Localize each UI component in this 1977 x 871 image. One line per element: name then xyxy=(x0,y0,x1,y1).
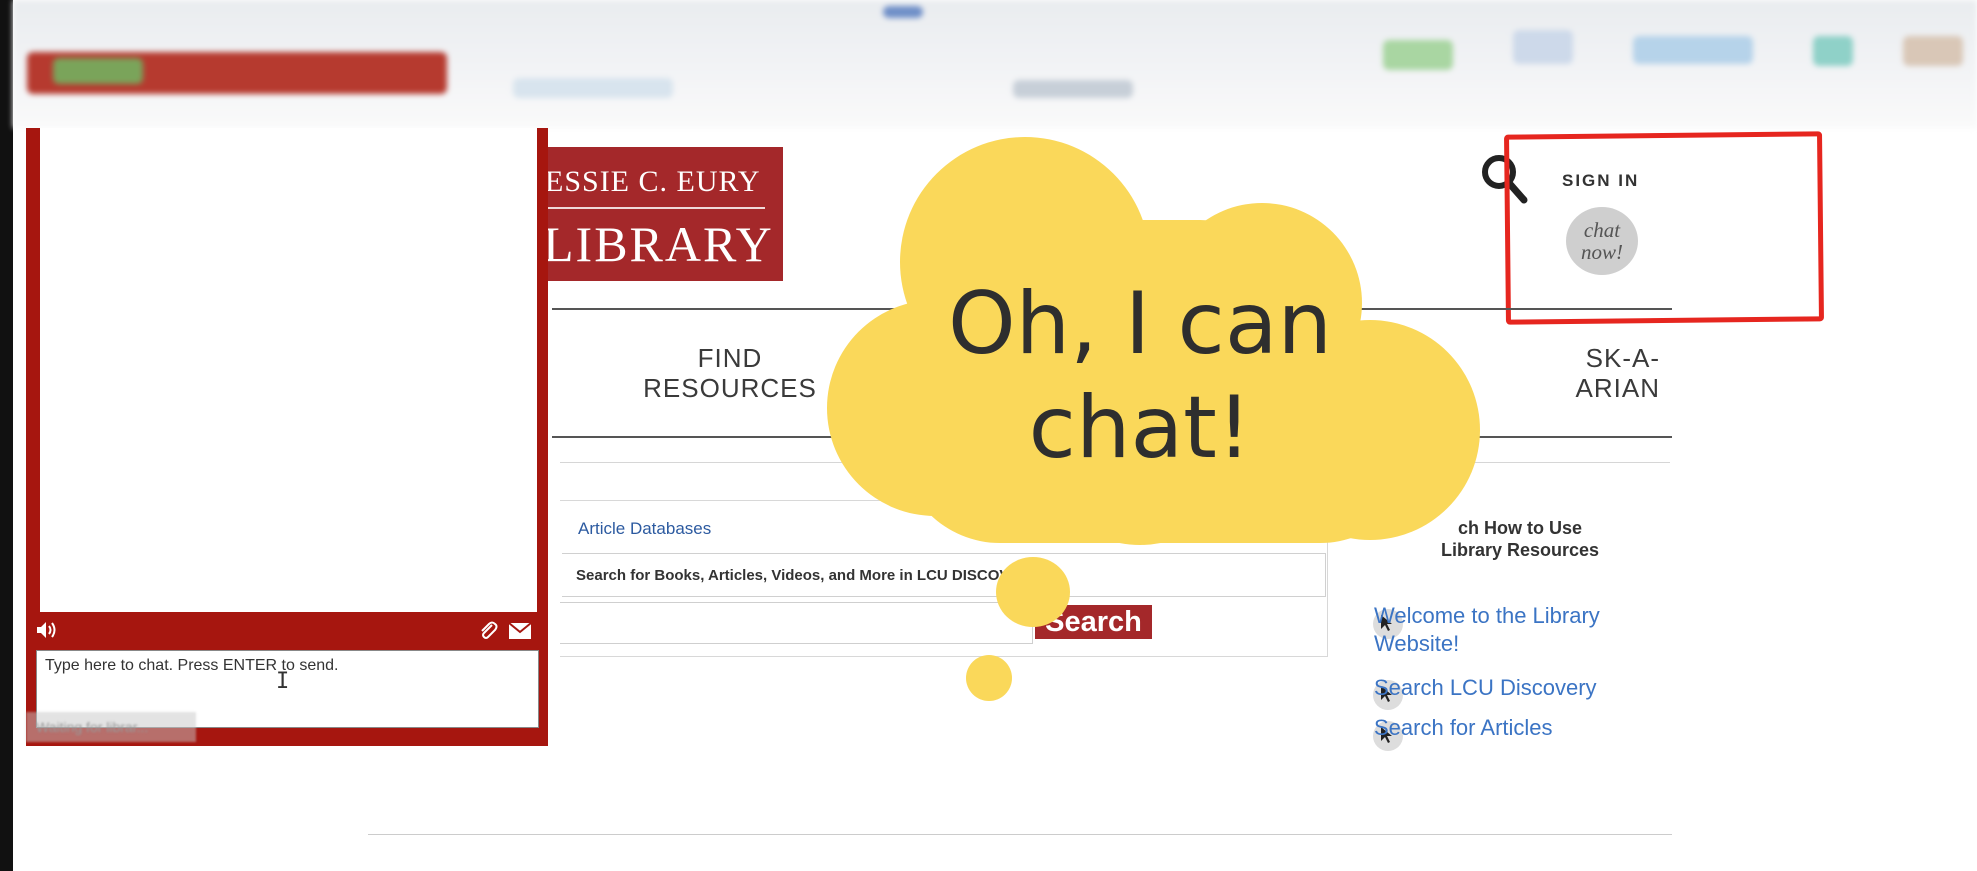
nav-ask-line2: ARIAN xyxy=(1575,373,1660,403)
tab-article-databases[interactable]: Article Databases xyxy=(578,519,711,539)
nav-ask-line1: SK-A- xyxy=(1585,343,1660,373)
bubble-line2: chat! xyxy=(1028,378,1252,478)
logo-divider xyxy=(545,207,765,209)
nav-find-line1: FIND xyxy=(697,343,763,373)
nav-find-resources[interactable]: FIND RESOURCES xyxy=(620,343,840,403)
library-logo[interactable]: ESSIE C. EURY LIBRARY xyxy=(535,147,783,281)
logo-library: LIBRARY xyxy=(543,216,774,272)
search-heading: Search for Books, Articles, Videos, and … xyxy=(562,553,1326,597)
search-input[interactable] xyxy=(560,602,1033,644)
speaker-icon[interactable] xyxy=(36,621,58,639)
logo-name: ESSIE C. EURY xyxy=(545,165,761,198)
chat-widget: Type here to chat. Press ENTER to send. xyxy=(26,128,548,746)
chat-status: Waiting for librar... xyxy=(26,712,196,742)
window-edge xyxy=(0,0,13,871)
sidebar-link-welcome-cont[interactable]: Website! xyxy=(1374,630,1459,658)
chat-log xyxy=(40,128,537,612)
sidebar-heading-line1: ch How to Use xyxy=(1457,518,1582,538)
bubble-line1: Oh, I can xyxy=(947,274,1333,374)
sidebar-heading: ch How to Use Library Resources xyxy=(1400,517,1640,561)
browser-toolbar-blurred xyxy=(13,0,1977,128)
divider xyxy=(368,834,1672,835)
sidebar-link-welcome[interactable]: Welcome to the Library xyxy=(1374,602,1600,630)
bubble-text: Oh, I can chat! xyxy=(880,272,1400,480)
text-cursor-icon: I xyxy=(276,669,290,694)
nav-ask-a-librarian[interactable]: SK-A- ARIAN xyxy=(1460,343,1660,403)
envelope-icon[interactable] xyxy=(508,622,532,640)
paperclip-icon[interactable] xyxy=(478,621,498,641)
sidebar-link-discovery[interactable]: Search LCU Discovery xyxy=(1374,674,1597,702)
search-button[interactable]: Search xyxy=(1035,605,1152,639)
sidebar-link-articles[interactable]: Search for Articles xyxy=(1374,714,1553,742)
sidebar-heading-line2: Library Resources xyxy=(1440,540,1600,560)
highlight-annotation xyxy=(1504,131,1824,325)
nav-find-line2: RESOURCES xyxy=(643,373,817,403)
chat-toolbar xyxy=(26,612,548,648)
